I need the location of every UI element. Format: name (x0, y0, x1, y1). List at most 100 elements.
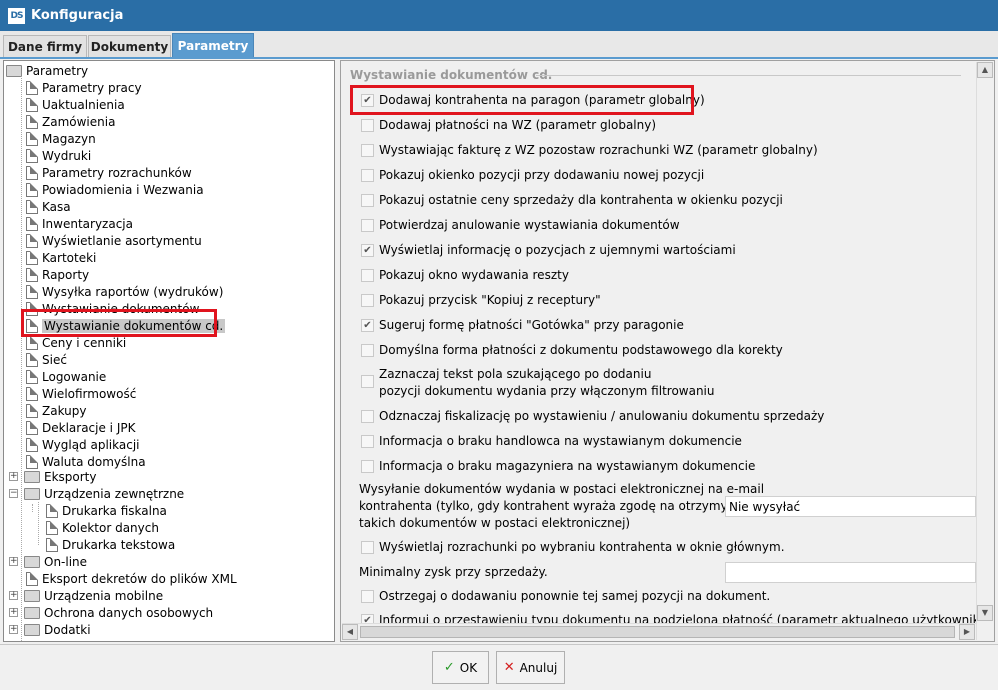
checkbox[interactable] (361, 541, 374, 554)
horizontal-scrollbar[interactable]: ◀ ▶ (342, 623, 976, 640)
checkbox[interactable] (361, 194, 374, 207)
option-row[interactable]: Informacja o braku magazyniera na wystaw… (361, 459, 755, 473)
option-row[interactable]: Domyślna forma płatności z dokumentu pod… (361, 343, 783, 357)
tree-item-drukarka-fiskalna[interactable]: Drukarka fiskalna (46, 502, 167, 519)
expand-plus-icon[interactable]: + (9, 557, 18, 566)
tab-dokumenty[interactable]: Dokumenty (88, 35, 171, 58)
cancel-button[interactable]: ✕ Anuluj (496, 651, 565, 684)
tree-item[interactable]: Wygląd aplikacji (26, 436, 140, 453)
scroll-right-icon[interactable]: ▶ (959, 624, 975, 640)
tree-item[interactable]: Wielofirmowość (26, 385, 136, 402)
tree-item[interactable]: Wystawianie dokumentów (26, 300, 199, 317)
checkbox[interactable]: ✔ (361, 614, 374, 623)
tree-item-eksporty[interactable]: Eksporty (24, 468, 96, 485)
tree-item[interactable]: Powiadomienia i Wezwania (26, 181, 204, 198)
tree-root-parametry[interactable]: Parametry (6, 62, 88, 79)
option-row[interactable]: ✔ Dodawaj kontrahenta na paragon (paramet… (361, 93, 705, 107)
checkbox[interactable] (361, 219, 374, 232)
folder-icon (24, 606, 40, 619)
tab-underline (0, 57, 998, 59)
option-rozrachunki[interactable]: Wyświetlaj rozrachunki po wybraniu kontr… (361, 540, 785, 554)
tree-item[interactable]: Ceny i cenniki (26, 334, 126, 351)
tree-item[interactable]: Wyświetlanie asortymentu (26, 232, 202, 249)
tree-item[interactable]: Parametry pracy (26, 79, 142, 96)
tree-item[interactable]: Magazyn (26, 130, 96, 147)
tree-item-kolektor-danych[interactable]: Kolektor danych (46, 519, 159, 536)
tree-item[interactable]: Sieć (26, 351, 67, 368)
tree-item[interactable]: Wydruki (26, 147, 91, 164)
tree-item-urzadzenia-mobilne[interactable]: Urządzenia mobilne (24, 587, 163, 604)
tree-item[interactable]: Deklaracje i JPK (26, 419, 135, 436)
checkbox[interactable]: ✔ (361, 244, 374, 257)
tree-item[interactable]: Parametry rozrachunków (26, 164, 192, 181)
tree-item[interactable]: Raporty (26, 266, 89, 283)
tree-item[interactable]: Wysyłka raportów (wydruków) (26, 283, 223, 300)
checkbox[interactable] (361, 269, 374, 282)
tree-item[interactable]: Inwentaryzacja (26, 215, 133, 232)
tree-item-on-line[interactable]: On-line (24, 553, 87, 570)
checkbox[interactable] (361, 144, 374, 157)
vertical-scrollbar[interactable]: ▲ ▼ (976, 62, 993, 640)
tree-item-dodatki[interactable]: Dodatki (24, 621, 91, 638)
tree-item[interactable]: Uaktualnienia (26, 96, 125, 113)
folder-icon (24, 589, 40, 602)
scroll-thumb[interactable] (360, 626, 955, 638)
option-row[interactable]: Pokazuj ostatnie ceny sprzedaży dla kont… (361, 193, 783, 207)
checkbox[interactable] (361, 435, 374, 448)
tree-label: Ceny i cenniki (42, 335, 127, 350)
tree-item-drukarka-tekstowa[interactable]: Drukarka tekstowa (46, 536, 175, 553)
min-profit-input[interactable] (725, 562, 976, 583)
tree-item-ochrona-danych[interactable]: Ochrona danych osobowych (24, 604, 213, 621)
checkbox[interactable] (361, 119, 374, 132)
option-row[interactable]: Wystawiając fakturę z WZ pozostaw rozrac… (361, 143, 818, 157)
checkbox[interactable] (361, 375, 374, 388)
document-icon (26, 571, 38, 586)
email-send-select[interactable]: Nie wysyłać (725, 496, 976, 517)
scroll-up-icon[interactable]: ▲ (977, 62, 993, 78)
checkbox[interactable]: ✔ (361, 319, 374, 332)
option-row[interactable]: ✔ Sugeruj formę płatności "Gotówka" przy … (361, 318, 684, 332)
tree-label: Drukarka fiskalna (62, 503, 167, 518)
checkbox[interactable] (361, 344, 374, 357)
checkbox[interactable]: ✔ (361, 94, 374, 107)
scroll-left-icon[interactable]: ◀ (342, 624, 358, 640)
option-row[interactable]: Pokazuj okno wydawania reszty (361, 268, 569, 282)
option-row[interactable]: ✔ Wyświetlaj informację o pozycjach z uje… (361, 243, 736, 257)
option-row[interactable]: Informacja o braku handlowca na wystawia… (361, 434, 742, 448)
tree-item[interactable]: Kartoteki (26, 249, 96, 266)
tree-item[interactable]: Kasa (26, 198, 71, 215)
option-zaznaczaj-tekst[interactable]: Zaznaczaj tekst pola szukającego po doda… (361, 366, 715, 400)
scroll-down-icon[interactable]: ▼ (977, 605, 993, 621)
tree-item-eksport-dekretow[interactable]: Eksport dekretów do plików XML (26, 570, 237, 587)
checkbox[interactable] (361, 410, 374, 423)
option-informuj[interactable]: ✔ Informuj o przestawieniu typu dokument… (361, 613, 991, 623)
tab-dane-firmy[interactable]: Dane firmy (3, 35, 87, 58)
document-icon (26, 233, 38, 248)
tree-item[interactable]: Logowanie (26, 368, 106, 385)
checkbox[interactable] (361, 460, 374, 473)
tree-item-selected[interactable]: Wystawianie dokumentów cd. (26, 317, 226, 334)
option-row[interactable]: Pokazuj okienko pozycji przy dodawaniu n… (361, 168, 704, 182)
settings-tree[interactable]: Parametry Parametry pracy Uaktualnienia Za… (3, 60, 335, 642)
expand-plus-icon[interactable]: + (9, 591, 18, 600)
checkbox[interactable] (361, 294, 374, 307)
tree-label: Inwentaryzacja (42, 216, 133, 231)
tab-parametry[interactable]: Parametry (172, 33, 254, 58)
expand-plus-icon[interactable]: + (9, 608, 18, 617)
tree-item-urzadzenia-zewnetrzne[interactable]: Urządzenia zewnętrzne (24, 485, 184, 502)
option-row[interactable]: Odznaczaj fiskalizację po wystawieniu / … (361, 409, 824, 423)
document-icon (26, 267, 38, 282)
option-row[interactable]: Dodawaj płatności na WZ (parametr global… (361, 118, 656, 132)
tree-label: Urządzenia zewnętrzne (44, 486, 185, 501)
checkbox[interactable] (361, 590, 374, 603)
collapse-minus-icon[interactable]: − (9, 489, 18, 498)
tree-item[interactable]: Zakupy (26, 402, 86, 419)
expand-plus-icon[interactable]: + (9, 625, 18, 634)
expand-plus-icon[interactable]: + (9, 472, 18, 481)
tree-item[interactable]: Zamówienia (26, 113, 115, 130)
ok-button[interactable]: ✓ OK (432, 651, 489, 684)
option-ostrzegaj[interactable]: Ostrzegaj o dodawaniu ponownie tej samej… (361, 589, 770, 603)
option-row[interactable]: Potwierdzaj anulowanie wystawiania dokum… (361, 218, 680, 232)
checkbox[interactable] (361, 169, 374, 182)
option-row[interactable]: Pokazuj przycisk "Kopiuj z receptury" (361, 293, 601, 307)
